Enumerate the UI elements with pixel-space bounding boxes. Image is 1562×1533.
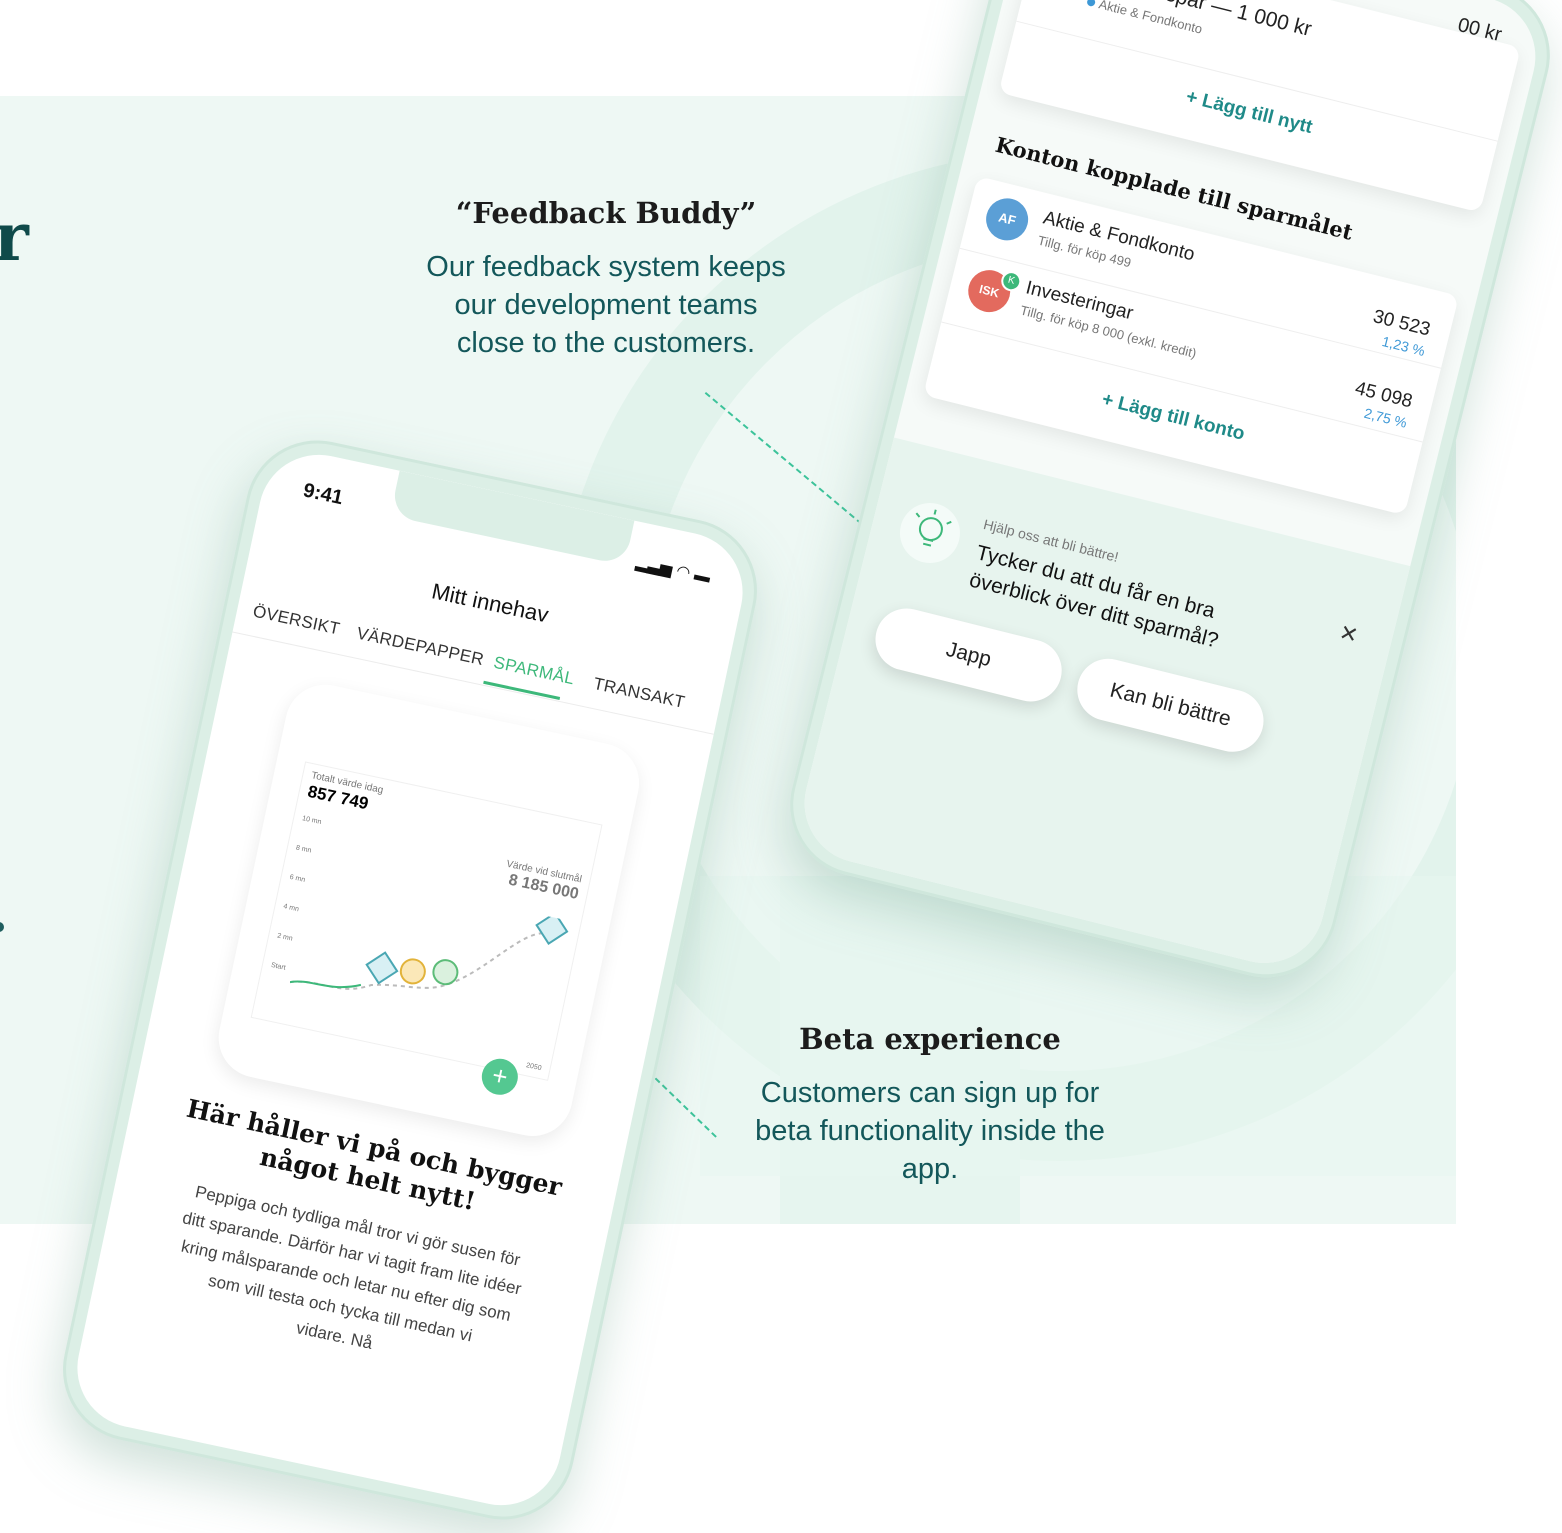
y-tick-label: Start — [270, 961, 287, 972]
account-amount: 30 523 — [1370, 306, 1433, 341]
y-tick-label: 10 mn — [301, 815, 322, 827]
beta-line: beta functionality inside the — [755, 1115, 1105, 1147]
beta-line: Customers can sign up for — [760, 1077, 1100, 1109]
could-be-better-button[interactable]: Kan bli bättre — [1070, 652, 1271, 759]
feedback-line: close to the customers. — [456, 327, 756, 359]
feedback-title: “Feedback Buddy” — [455, 196, 757, 230]
signal-wifi-battery-icon: ▂▃▅ ◠ ▬ — [634, 554, 712, 587]
tab-transaktioner[interactable]: TRANSAKT — [592, 674, 687, 713]
y-tick-label: 4 mn — [282, 903, 300, 914]
y-tick-label: 8 mn — [295, 844, 312, 855]
tab-oversikt[interactable]: ÖVERSIKT — [251, 602, 341, 640]
close-icon[interactable]: ✕ — [1337, 619, 1361, 649]
feedback-callout: “Feedback Buddy” Our feedback system kee… — [396, 196, 816, 362]
partial-heading-letter: r — [0, 198, 29, 276]
account-amount: 45 098 — [1352, 377, 1415, 413]
x-end-label: 2050 — [525, 1062, 543, 1073]
y-tick-label: 2 mn — [276, 932, 294, 943]
feedback-line: our development teams — [454, 289, 758, 321]
account-dot-icon — [1086, 0, 1096, 8]
chart-area: Totalt värde idag 857 749 Värde vid slut… — [250, 761, 603, 1081]
tab-sparmal[interactable]: SPARMÅL — [492, 653, 576, 690]
lightbulb-icon — [893, 496, 967, 570]
beta-line: app. — [901, 1153, 959, 1185]
illustration-card: Totalt värde idag 857 749 Värde vid slut… — [211, 677, 647, 1144]
yes-button[interactable]: Japp — [868, 601, 1069, 709]
feedback-line: Our feedback system keeps — [426, 251, 786, 283]
beta-title: Beta experience — [799, 1022, 1061, 1056]
y-tick-label: 6 mn — [289, 873, 306, 884]
beta-callout: Beta experience Customers can sign up fo… — [720, 1022, 1140, 1188]
tab-vardepapper[interactable]: VÄRDEPAPPER — [355, 624, 486, 671]
monthly-savings-card: 15 Månadsspar — 1 000 kr Aktie & Fondkon… — [998, 0, 1521, 213]
account-badge-af: AF — [981, 193, 1033, 245]
status-time: 9:41 — [301, 479, 345, 510]
